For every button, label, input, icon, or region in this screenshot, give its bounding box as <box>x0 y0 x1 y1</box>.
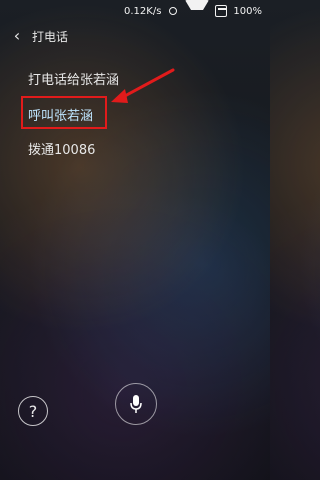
page-title: 打电话 <box>32 29 69 44</box>
arrow-annotation <box>111 68 175 103</box>
wifi-icon <box>185 0 210 22</box>
highlight-box <box>21 96 107 129</box>
header: ‹ 打电话 <box>0 22 270 50</box>
microphone-button[interactable] <box>115 383 157 425</box>
back-button[interactable]: ‹ <box>8 27 26 45</box>
question-icon: ? <box>28 401 38 421</box>
battery-icon <box>215 5 228 17</box>
help-button[interactable]: ? <box>18 396 48 426</box>
chevron-left-icon: ‹ <box>13 26 21 45</box>
result-item-3[interactable]: 拨通10086 <box>28 144 95 157</box>
microphone-icon <box>130 395 142 413</box>
network-speed: 0.12K/s <box>124 5 162 17</box>
alarm-icon <box>167 5 179 17</box>
battery-level: 100% <box>233 5 262 17</box>
status-bar: 0.12K/s 100% <box>0 0 270 22</box>
